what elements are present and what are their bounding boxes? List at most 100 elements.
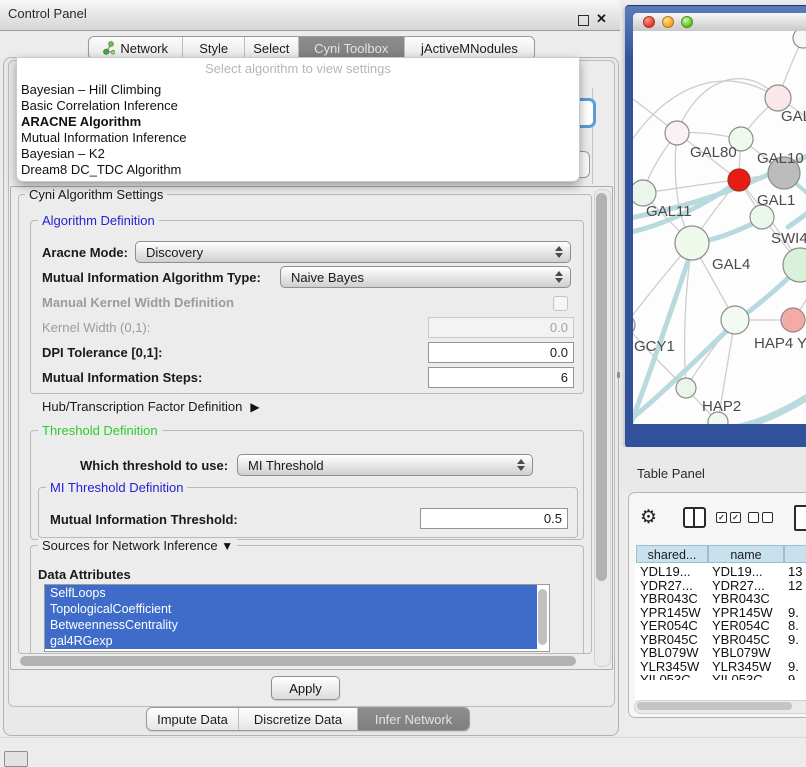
minimized-panel-icon[interactable] <box>4 751 28 767</box>
node-label: GAL10 <box>757 150 804 167</box>
data-attributes-list: SelfLoops TopologicalCoefficient Between… <box>44 584 550 652</box>
network-window-titlebar[interactable] <box>633 13 806 32</box>
aracne-mode-value: Discovery <box>146 245 550 260</box>
table-row[interactable]: YLR345WYLR345W9. <box>629 660 806 674</box>
cell-name: YIL053C <box>712 673 763 680</box>
gear-icon[interactable]: ⚙ <box>640 506 657 529</box>
table-hscrollbar-thumb[interactable] <box>637 702 792 710</box>
cell-value: 9. <box>788 633 799 647</box>
algorithm-option[interactable]: Dream8 DC_TDC Algorithm <box>17 162 579 178</box>
tab-infer-network-label: Infer Network <box>375 712 452 727</box>
node-hap4[interactable] <box>721 306 749 334</box>
mi-threshold-field[interactable]: 0.5 <box>420 508 568 529</box>
aracne-mode-label: Aracne Mode: <box>42 245 128 260</box>
list-item[interactable]: SelfLoops <box>45 585 537 601</box>
node-gal4[interactable] <box>675 226 709 260</box>
sources-title-text: Sources for Network Inference <box>42 538 218 553</box>
mi-steps-field[interactable]: 6 <box>428 367 574 388</box>
cell-name: YDR27... <box>712 579 765 593</box>
network-view-canvas[interactable]: GAL GAL80 GAL10 GAL1 GAL11 SWI4 GAL4 GCY… <box>633 31 806 424</box>
table-row[interactable]: YPR145WYPR145W9. <box>629 606 806 620</box>
tab-cyni-toolbox[interactable]: Cyni Toolbox <box>299 37 405 59</box>
node-label: GAL11 <box>646 203 692 220</box>
which-threshold-combobox[interactable]: MI Threshold <box>237 454 533 476</box>
list-item[interactable]: TopologicalCoefficient <box>45 601 537 617</box>
sources-group-title[interactable]: Sources for Network Inference ▼ <box>38 538 237 553</box>
algorithm-option[interactable]: Bayesian – K2 <box>17 146 579 162</box>
panel-divider-grip[interactable] <box>617 372 620 378</box>
table-row[interactable]: YBL079WYBL079W <box>629 646 806 660</box>
tab-jactivemnodules[interactable]: jActiveMNodules <box>405 37 534 59</box>
algorithm-definition-title: Algorithm Definition <box>38 213 159 228</box>
node-label: GAL80 <box>690 144 737 161</box>
aracne-mode-combobox[interactable]: Discovery <box>135 241 571 263</box>
split-columns-icon[interactable] <box>683 507 706 528</box>
cyni-settings-group-title: Cyni Algorithm Settings <box>25 187 167 202</box>
cell-value: 9. <box>788 673 799 680</box>
column-header-shared[interactable]: shared... <box>636 545 708 563</box>
node-hap2[interactable] <box>676 378 696 398</box>
node-labels: GAL GAL80 GAL10 GAL1 GAL11 SWI4 GAL4 GCY… <box>634 108 806 415</box>
algorithm-option[interactable]: Basic Correlation Inference <box>17 98 579 114</box>
table-row[interactable]: YER054CYER054C8. <box>629 619 806 633</box>
settings-hscrollbar-thumb[interactable] <box>20 656 576 666</box>
table-row[interactable]: YIL053C YIL053C 9. <box>629 673 806 680</box>
manual-kernel-checkbox[interactable] <box>553 296 568 311</box>
tab-discretize-data[interactable]: Discretize Data <box>239 708 358 730</box>
node-red-gal1[interactable] <box>728 169 750 191</box>
list-item[interactable]: BetweennessCentrality <box>45 617 537 633</box>
tab-infer-network[interactable]: Infer Network <box>358 708 469 730</box>
table-row[interactable]: YDR27...YDR27...12 <box>629 579 806 593</box>
cell-value: 13 <box>788 565 802 579</box>
cell-shared: YIL053C <box>640 673 691 680</box>
table-row[interactable]: YDL19...YDL19...13 <box>629 565 806 579</box>
column-header-cut[interactable] <box>784 545 806 563</box>
node-label: SWI4 <box>771 230 806 247</box>
node-salmon[interactable] <box>781 308 805 332</box>
mi-steps-label: Mutual Information Steps: <box>42 370 202 385</box>
page-icon[interactable] <box>794 505 806 531</box>
dpi-tolerance-field[interactable]: 0.0 <box>428 342 574 363</box>
node[interactable] <box>793 31 806 48</box>
control-panel-titlebar: Control Panel ✕ <box>0 0 620 31</box>
node-gal80[interactable] <box>665 121 689 145</box>
settings-vscrollbar-thumb[interactable] <box>596 193 607 581</box>
apply-button[interactable]: Apply <box>271 676 340 700</box>
stepper-arrows-icon <box>512 459 530 471</box>
network-nodes[interactable] <box>633 31 806 424</box>
select-all-icon[interactable]: ✓ ✓ <box>716 512 741 523</box>
list-scrollbar-thumb[interactable] <box>538 589 547 645</box>
mi-algorithm-type-value: Naive Bayes <box>291 270 550 285</box>
tab-select[interactable]: Select <box>245 37 299 59</box>
hub-definition-expander[interactable]: Hub/Transcription Factor Definition ▶ <box>42 399 260 414</box>
minimize-traffic-light-icon[interactable] <box>662 16 674 28</box>
node-gcy1[interactable] <box>633 315 635 335</box>
cell-name: YBR045C <box>712 633 770 647</box>
node-label: GAL1 <box>757 192 795 209</box>
close-traffic-light-icon[interactable] <box>643 16 655 28</box>
algorithm-option[interactable]: Bayesian – Hill Climbing <box>17 82 579 98</box>
mi-algorithm-type-combobox[interactable]: Naive Bayes <box>280 266 571 288</box>
tab-impute-data[interactable]: Impute Data <box>147 708 239 730</box>
table-row[interactable]: YBR045C YBR045C 9. <box>629 633 806 647</box>
kernel-width-field[interactable]: 0.0 <box>428 317 574 338</box>
cell-name: YLR345W <box>712 660 771 674</box>
node-label: GCY1 <box>634 338 675 355</box>
table-row[interactable]: YBR043CYBR043C <box>629 592 806 606</box>
zoom-traffic-light-icon[interactable] <box>681 16 693 28</box>
cell-shared: YDL19... <box>640 565 691 579</box>
column-header-name[interactable]: name <box>708 545 784 563</box>
mi-threshold-label: Mutual Information Threshold: <box>50 512 238 527</box>
close-icon[interactable]: ✕ <box>596 11 607 27</box>
algorithm-option[interactable]: Mutual Information Inference <box>17 130 579 146</box>
tab-style[interactable]: Style <box>183 37 245 59</box>
float-window-icon[interactable] <box>578 15 589 26</box>
cell-shared: YPR145W <box>640 606 701 620</box>
list-item[interactable]: gal4RGexp <box>45 633 537 649</box>
tab-network[interactable]: Network <box>89 37 183 59</box>
deselect-all-icon[interactable] <box>748 512 773 523</box>
algorithm-option-selected[interactable]: ARACNE Algorithm <box>17 114 579 130</box>
node-label: HAP2 <box>702 398 741 415</box>
node-label: Y <box>797 335 806 352</box>
cell-shared: YBR045C <box>640 633 698 647</box>
